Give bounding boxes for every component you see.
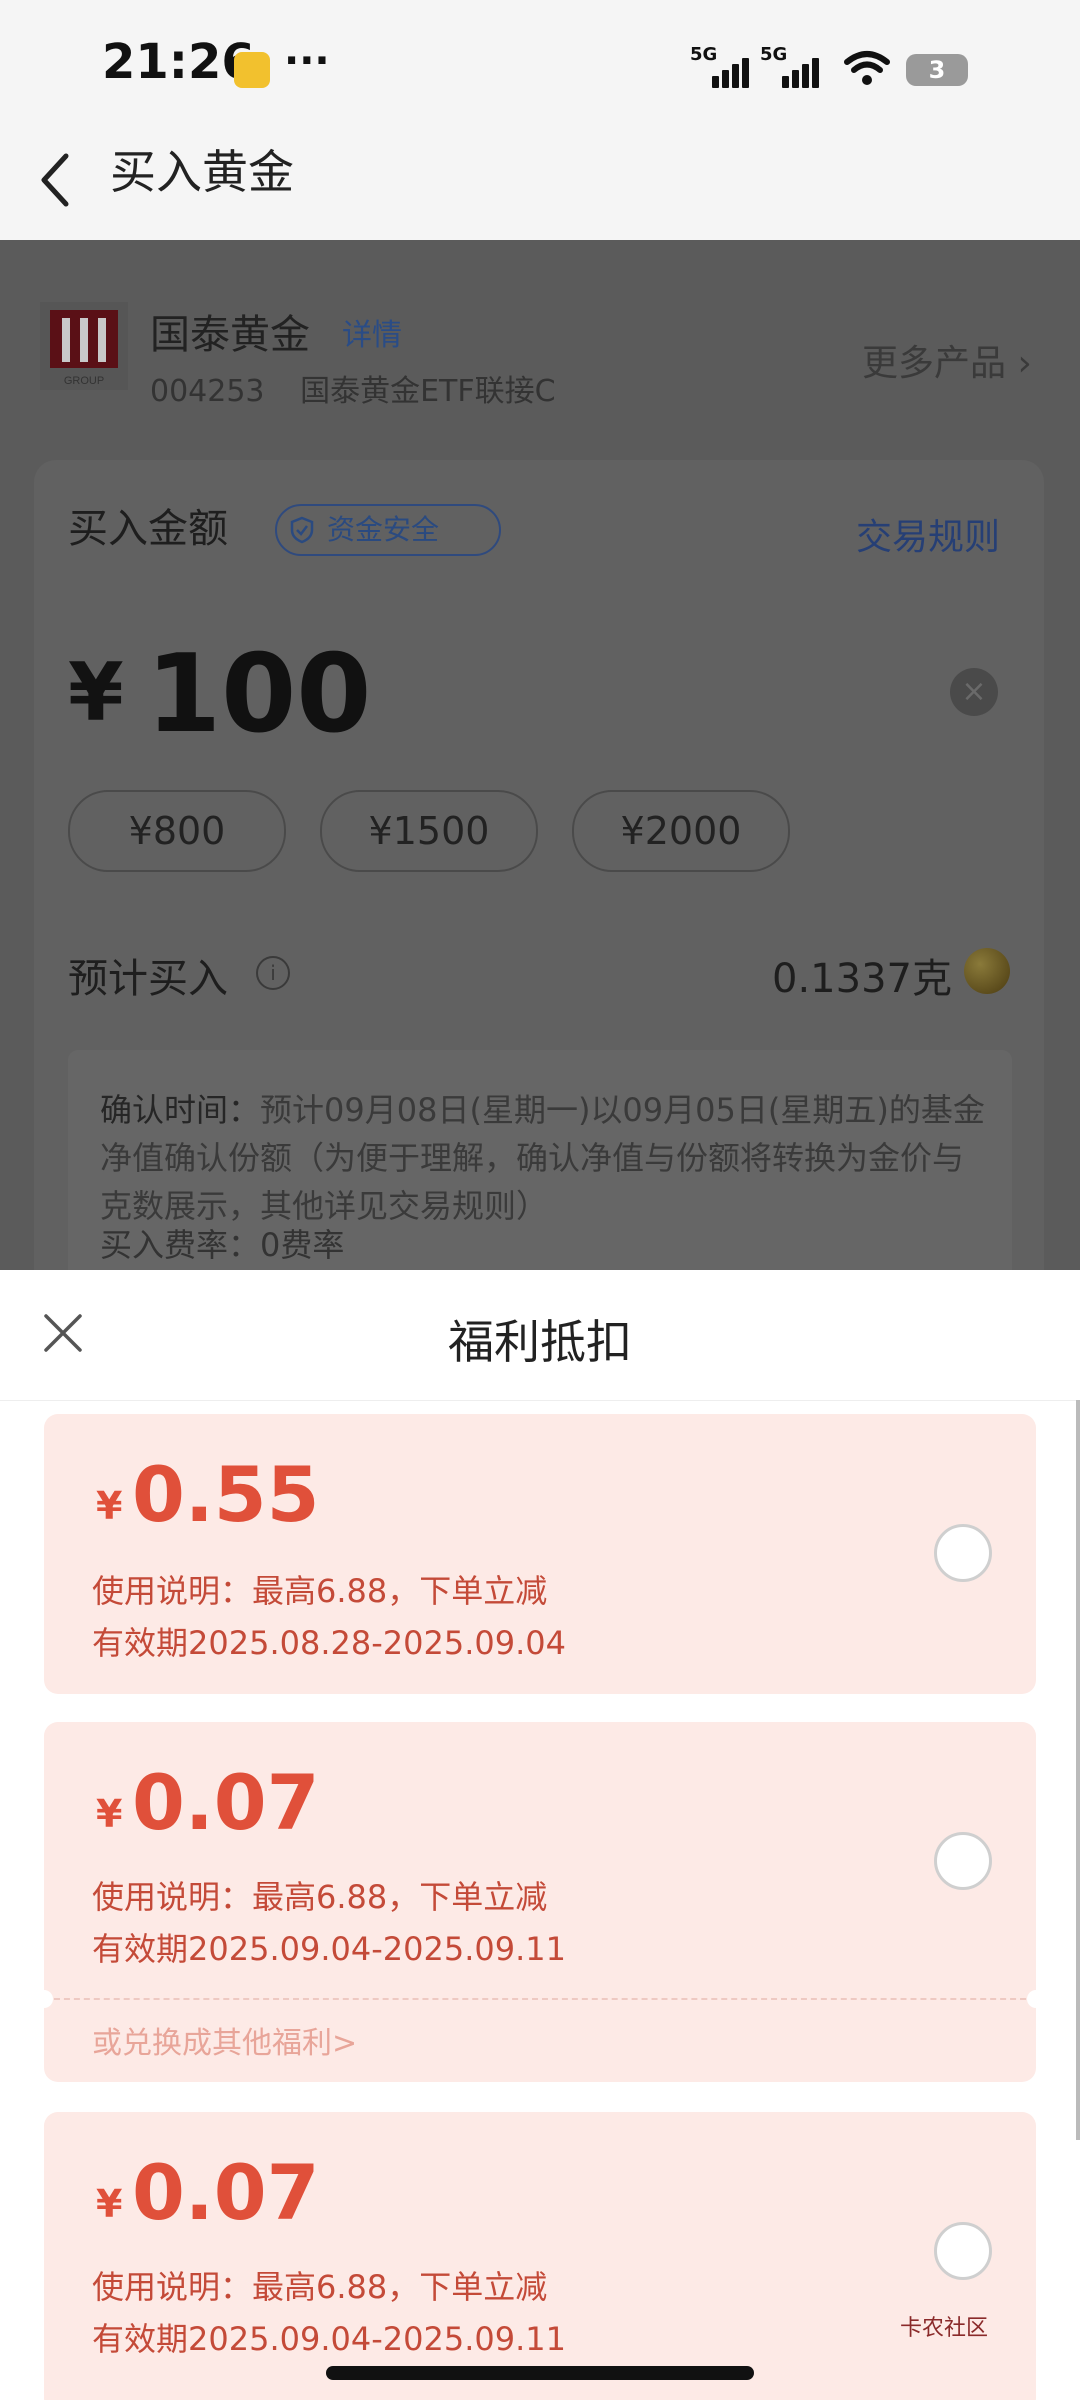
coupon-card[interactable]: ¥ 0.07 使用说明：最高6.88，下单立减 有效期2025.09.04-20… xyxy=(44,2112,1036,2400)
ticket-notch xyxy=(35,1990,53,2008)
app-notification-icon xyxy=(234,52,270,88)
clear-icon[interactable]: × xyxy=(950,668,998,716)
confirm-time-text: 确认时间：预计09月08日(星期一)以09月05日(星期五)的基金净值确认份额（… xyxy=(100,1086,990,1230)
fund-logo: GROUP xyxy=(40,302,128,390)
estimate-grams: 0.1337克 xyxy=(772,956,952,1002)
coupon-currency: ¥ xyxy=(96,1792,123,1836)
confirm-time-label: 确认时间： xyxy=(100,1091,261,1129)
quick-amount-chip[interactable]: ¥800 xyxy=(68,790,286,872)
gold-icon xyxy=(964,948,1010,994)
estimate-label: 预计买入 xyxy=(68,956,228,1002)
chevron-right-icon: › xyxy=(1017,343,1032,384)
coupon-validity: 有效期2025.09.04-2025.09.11 xyxy=(92,1930,566,1968)
more-notifications-icon: ··· xyxy=(284,38,330,84)
wifi-icon xyxy=(844,51,890,85)
more-products-label: 更多产品 xyxy=(862,343,1007,384)
coupon-amount: 0.07 xyxy=(132,1758,320,1847)
exchange-benefit-link[interactable]: 或兑换成其他福利> xyxy=(92,2018,357,2062)
dashed-divider xyxy=(44,1998,1036,2000)
radio-icon[interactable] xyxy=(934,2222,992,2280)
fund-code-line: 004253 国泰黄金ETF联接C xyxy=(150,366,556,410)
dimmed-page: GROUP 国泰黄金 详情 004253 国泰黄金ETF联接C 更多产品 › 买… xyxy=(0,240,1080,1270)
ticket-notch xyxy=(1027,1990,1045,2008)
fund-fullname: 国泰黄金ETF联接C xyxy=(300,374,556,409)
status-time: 21:26 xyxy=(102,34,255,90)
svg-text:GROUP: GROUP xyxy=(64,375,104,387)
coupon-card[interactable]: ¥ 0.55 使用说明：最高6.88，下单立减 有效期2025.08.28-20… xyxy=(44,1414,1036,1694)
radio-icon[interactable] xyxy=(934,1832,992,1890)
benefit-sheet: 福利抵扣 ¥ 0.55 使用说明：最高6.88，下单立减 有效期2025.08.… xyxy=(0,1270,1080,2400)
shield-check-icon xyxy=(290,516,314,544)
fund-name: 国泰黄金 xyxy=(150,312,310,358)
info-icon[interactable]: i xyxy=(256,956,290,990)
coupon-validity: 有效期2025.08.28-2025.09.04 xyxy=(92,1624,566,1662)
guotai-logo-icon: GROUP xyxy=(50,310,118,387)
buy-amount-label: 买入金额 xyxy=(68,506,228,552)
coupon-currency: ¥ xyxy=(96,2182,123,2226)
scrollbar[interactable] xyxy=(1076,1400,1080,2140)
page-title: 买入黄金 xyxy=(110,145,294,199)
quick-amount-chip[interactable]: ¥1500 xyxy=(320,790,538,872)
coupon-amount: 0.55 xyxy=(132,1450,320,1539)
home-indicator[interactable] xyxy=(326,2366,754,2380)
trade-rules-link[interactable]: 交易规则 xyxy=(856,508,1000,560)
coupon-description: 使用说明：最高6.88，下单立减 xyxy=(92,2268,548,2306)
sheet-title: 福利抵扣 xyxy=(448,1315,632,1369)
buy-fee-text: 买入费率：0费率 xyxy=(100,1226,345,1264)
coupon-description: 使用说明：最高6.88，下单立减 xyxy=(92,1572,548,1610)
back-chevron-icon[interactable] xyxy=(30,140,100,220)
watermark: 卡农社区 xyxy=(900,2316,989,2341)
network-label-1: 5G xyxy=(690,44,718,65)
more-products-link[interactable]: 更多产品 › xyxy=(862,334,1032,386)
radio-icon[interactable] xyxy=(934,1524,992,1582)
signal-icon-1: 5G xyxy=(690,44,760,88)
signal-icon-2: 5G xyxy=(760,44,830,88)
battery-icon: 3 xyxy=(906,54,968,86)
coupon-validity: 有效期2025.09.04-2025.09.11 xyxy=(92,2320,566,2358)
amount-input[interactable]: 100 xyxy=(146,632,371,757)
fund-safety-badge: 资金安全 xyxy=(275,504,501,556)
network-label-2: 5G xyxy=(760,44,788,65)
coupon-currency: ¥ xyxy=(96,1484,123,1528)
coupon-description: 使用说明：最高6.88，下单立减 xyxy=(92,1878,548,1916)
status-bar: 21:26 ··· 5G 5G 3 xyxy=(0,0,1080,120)
fund-detail-link[interactable]: 详情 xyxy=(342,310,402,354)
currency-symbol: ¥ xyxy=(68,646,124,739)
fund-code: 004253 xyxy=(150,374,265,409)
coupon-amount: 0.07 xyxy=(132,2148,320,2237)
quick-amount-chip[interactable]: ¥2000 xyxy=(572,790,790,872)
fund-safety-label: 资金安全 xyxy=(327,513,440,546)
coupon-card[interactable]: ¥ 0.07 使用说明：最高6.88，下单立减 有效期2025.09.04-20… xyxy=(35,1722,1045,2082)
